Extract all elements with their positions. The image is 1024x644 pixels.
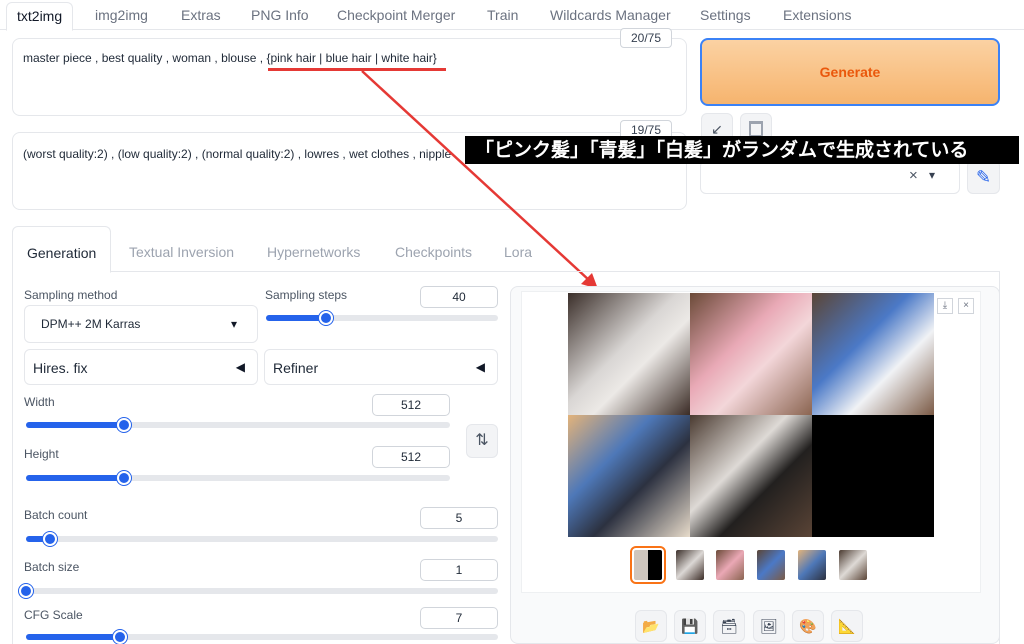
hires-fix-label: Hires. fix <box>33 360 88 376</box>
tab-checkpoints[interactable]: Checkpoints <box>395 244 472 260</box>
send-to-img2img-button[interactable]: 🖼 <box>753 610 785 642</box>
generated-image-white-hair-1[interactable] <box>568 293 690 415</box>
cfg-scale-input[interactable]: 7 <box>420 607 498 629</box>
chevron-down-icon: ▾ <box>230 317 237 331</box>
width-label: Width <box>24 395 55 409</box>
save-icon: 💾 <box>681 618 699 634</box>
open-folder-button[interactable]: 📂 <box>635 610 667 642</box>
sampling-method-value: DPM++ 2M Karras <box>41 317 141 331</box>
save-button[interactable]: 💾 <box>674 610 706 642</box>
refiner-label: Refiner <box>273 360 319 376</box>
batch-size-label: Batch size <box>24 560 80 574</box>
gallery-thumbnail[interactable] <box>798 550 826 580</box>
height-input[interactable]: 512 <box>372 446 450 468</box>
gallery-thumbnail-grid[interactable] <box>630 546 666 584</box>
sampling-steps-input[interactable]: 40 <box>420 286 498 308</box>
slider-thumb[interactable] <box>43 532 57 546</box>
generated-image-blue-hair-1[interactable] <box>812 293 934 415</box>
hires-fix-accordion[interactable]: Hires. fix ◀ <box>24 349 258 385</box>
batch-size-input[interactable]: 1 <box>420 559 498 581</box>
zip-icon: 🗃 <box>720 618 738 634</box>
caret-left-icon: ◀ <box>475 360 485 374</box>
height-label: Height <box>24 447 59 461</box>
sub-tab-bar: Generation Textual Inversion Hypernetwor… <box>12 226 1000 273</box>
generated-image-pink-hair[interactable] <box>690 293 812 415</box>
slider-thumb[interactable] <box>117 471 131 485</box>
caret-left-icon: ◀ <box>235 360 245 374</box>
sampling-steps-label: Sampling steps <box>265 288 348 302</box>
tab-textual-inversion[interactable]: Textual Inversion <box>129 244 234 260</box>
cfg-scale-slider[interactable] <box>26 630 498 644</box>
close-icon: × <box>963 300 969 311</box>
width-slider[interactable] <box>26 418 450 432</box>
slider-thumb[interactable] <box>117 418 131 432</box>
sampling-steps-slider[interactable] <box>266 311 498 325</box>
slider-thumb[interactable] <box>113 630 127 644</box>
height-slider[interactable] <box>26 471 450 485</box>
generated-image-blue-hair-2[interactable] <box>568 415 690 537</box>
width-input[interactable]: 512 <box>372 394 450 416</box>
close-gallery-button[interactable]: × <box>958 298 974 314</box>
slider-thumb[interactable] <box>19 584 33 598</box>
download-button[interactable]: ⤓ <box>937 298 953 314</box>
sampling-method-dropdown[interactable]: DPM++ 2M Karras ▾ <box>24 305 258 343</box>
cfg-scale-label: CFG Scale <box>24 608 83 622</box>
generated-image-white-hair-2[interactable] <box>690 415 812 537</box>
batch-count-label: Batch count <box>24 508 88 522</box>
batch-count-slider[interactable] <box>26 532 498 546</box>
batch-count-input[interactable]: 5 <box>420 507 498 529</box>
zip-button[interactable]: 🗃 <box>713 610 745 642</box>
swap-dimensions-button[interactable]: ⇅ <box>466 424 498 458</box>
refiner-accordion[interactable]: Refiner ◀ <box>264 349 498 385</box>
generated-image-empty <box>812 415 934 537</box>
gallery-thumbnail[interactable] <box>676 550 704 580</box>
gallery-thumbnail[interactable] <box>757 550 785 580</box>
swap-icon: ⇅ <box>475 432 489 449</box>
send-to-inpaint-button[interactable]: 🎨 <box>792 610 824 642</box>
gallery-thumbnail[interactable] <box>839 550 867 580</box>
download-icon: ⤓ <box>942 300 948 311</box>
sampling-method-label: Sampling method <box>24 288 118 302</box>
tab-generation[interactable]: Generation <box>12 226 112 273</box>
tab-lora[interactable]: Lora <box>504 244 532 260</box>
tab-hypernetworks[interactable]: Hypernetworks <box>267 244 360 260</box>
folder-icon: 📂 <box>642 618 660 634</box>
palette-icon: 🎨 <box>799 618 817 634</box>
ruler-icon: 📐 <box>838 618 856 634</box>
gallery-thumbnail[interactable] <box>716 550 744 580</box>
image-icon: 🖼 <box>760 618 778 634</box>
send-to-extras-button[interactable]: 📐 <box>831 610 863 642</box>
slider-thumb[interactable] <box>319 311 333 325</box>
batch-size-slider[interactable] <box>19 584 498 598</box>
